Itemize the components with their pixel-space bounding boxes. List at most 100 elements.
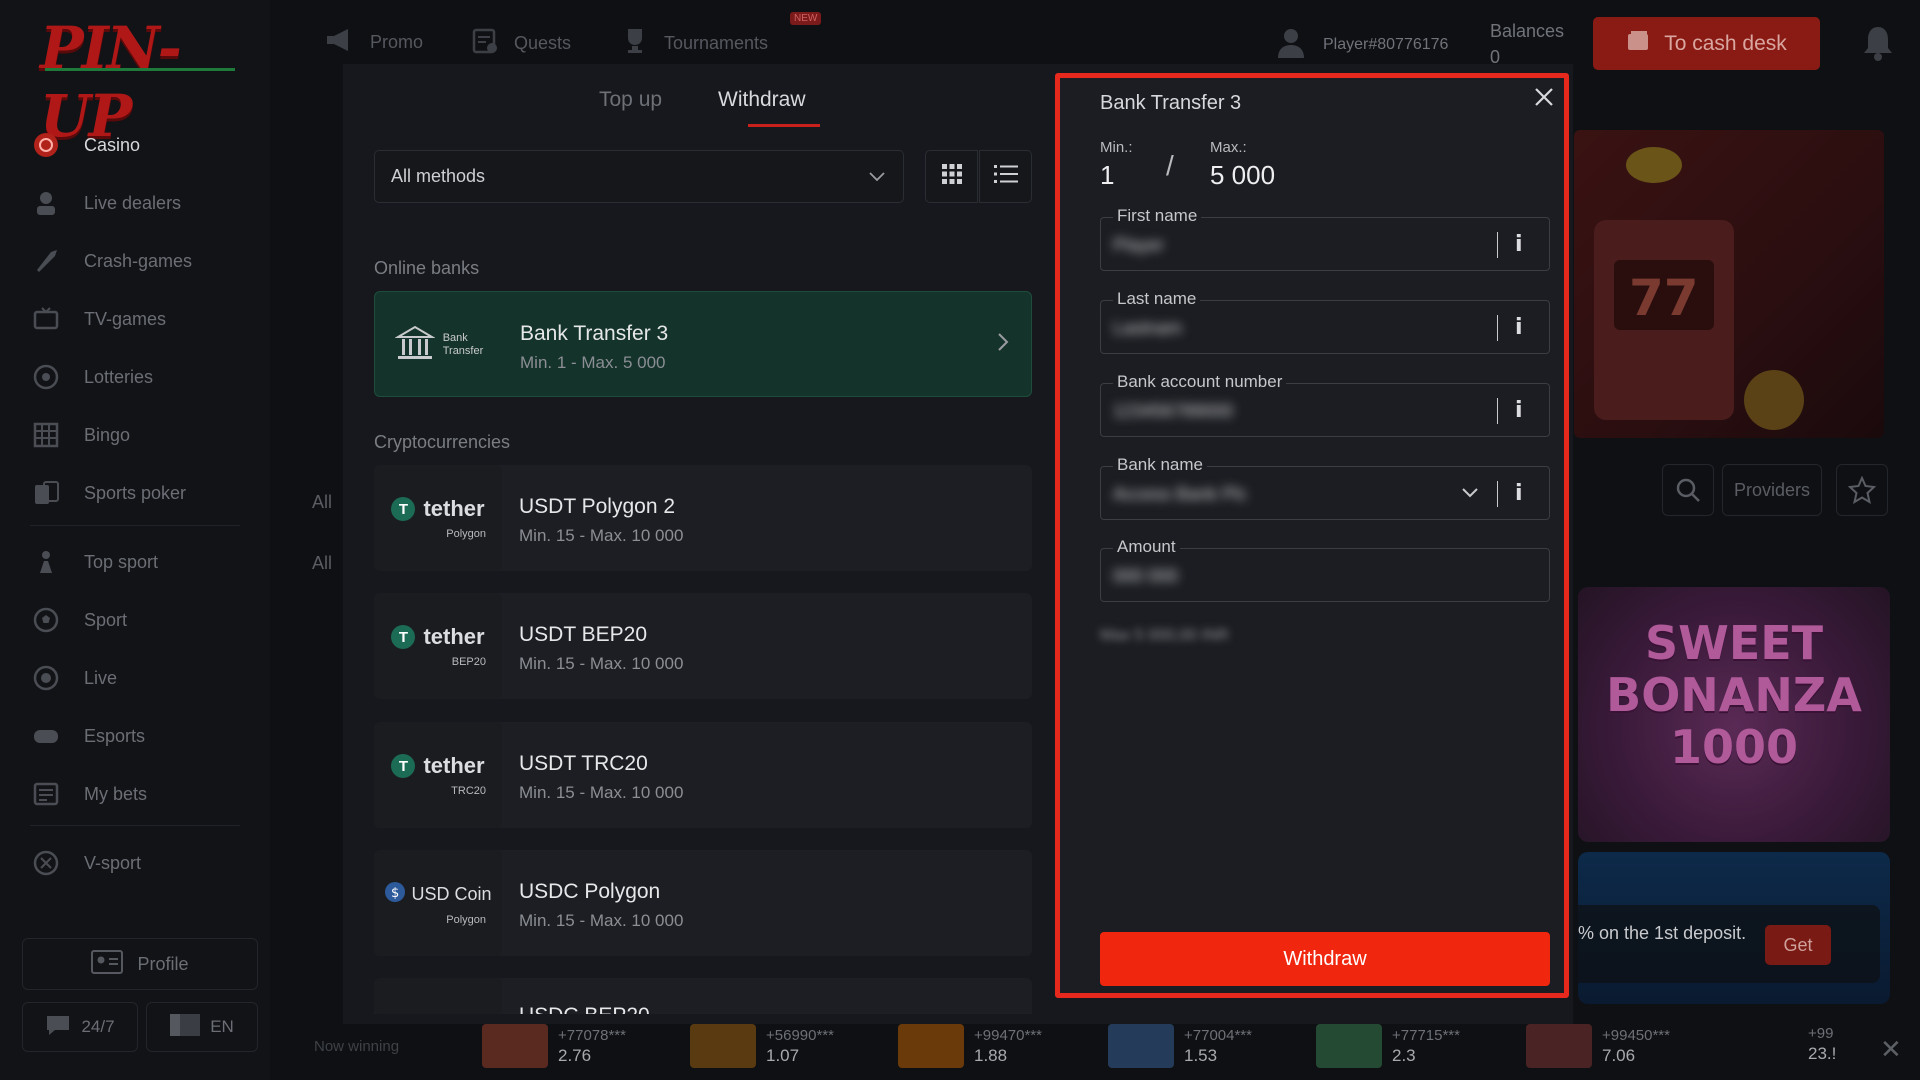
- winner-mult: 1.53: [1184, 1046, 1218, 1065]
- bank-building-icon: [394, 323, 436, 368]
- bonus-strip: [1570, 905, 1880, 983]
- promo-banner[interactable]: 77: [1574, 130, 1884, 438]
- bank-account-number-field[interactable]: Bank account number 123456789000 i: [1100, 372, 1550, 437]
- sidebar-item-label: Casino: [84, 134, 141, 155]
- close-icon[interactable]: [1533, 86, 1555, 113]
- logo-network: BEP20: [451, 656, 486, 668]
- winner-mult: 7.06: [1602, 1046, 1636, 1065]
- method-bank-transfer-3[interactable]: Bank Transfer Bank Transfer 3 Min. 1 - M…: [374, 291, 1032, 397]
- ball-icon: [30, 604, 62, 636]
- amount-field[interactable]: Amount 000 000: [1100, 537, 1550, 602]
- method-limits: Min. 15 - Max. 10 000: [519, 526, 684, 545]
- sidebar-item-label: My bets: [84, 783, 148, 804]
- sidebar-item-v-sport[interactable]: V-sport: [30, 843, 260, 883]
- info-icon[interactable]: i: [1515, 398, 1523, 423]
- method-usdt-polygon-2[interactable]: Ttether Polygon USDT Polygon 2 Min. 15 -…: [374, 465, 1032, 571]
- method-usdt-trc20[interactable]: Ttether TRC20 USDT TRC20 Min. 15 - Max. …: [374, 722, 1032, 828]
- tab-withdraw[interactable]: Withdraw: [718, 88, 806, 112]
- support-label: 24/7: [81, 1017, 115, 1036]
- method-usdt-bep20[interactable]: Ttether BEP20 USDT BEP20 Min. 15 - Max. …: [374, 593, 1032, 699]
- providers-button[interactable]: Providers: [1722, 464, 1822, 516]
- sidebar-item-live[interactable]: Live: [30, 658, 260, 698]
- sweet-bonanza-banner[interactable]: SWEET BONANZA 1000: [1578, 587, 1890, 842]
- field-divider: [1497, 232, 1498, 258]
- language-button[interactable]: EN: [146, 1002, 258, 1052]
- sidebar-item-crash-games[interactable]: Crash-games: [30, 241, 260, 281]
- sidebar-item-bingo[interactable]: Bingo: [30, 415, 260, 455]
- active-tab-indicator: [748, 124, 820, 127]
- sweet-bonanza-logo: SWEET BONANZA 1000: [1578, 617, 1890, 773]
- nav-divider: [30, 525, 240, 526]
- sidebar-item-live-dealers[interactable]: Live dealers: [30, 183, 260, 223]
- method-title: USDT BEP20: [519, 623, 647, 646]
- winner-item[interactable]: +77715*** 2.3: [1316, 1024, 1460, 1068]
- game-thumbnail: [690, 1024, 756, 1068]
- payment-methods-select[interactable]: All methods: [374, 150, 904, 203]
- logo-line: Bank: [442, 332, 468, 344]
- first-name-field[interactable]: First name Player i: [1100, 206, 1550, 271]
- bonus-text: % on the 1st deposit.: [1578, 923, 1747, 943]
- sidebar-item-sports-poker[interactable]: Sports poker: [30, 473, 260, 513]
- player-profile[interactable]: Player#80776176: [1273, 24, 1448, 65]
- slot-machine-illustration: 77: [1594, 147, 1804, 430]
- sidebar-item-casino[interactable]: Casino: [30, 125, 260, 165]
- tournaments-link[interactable]: Tournaments: [620, 26, 768, 61]
- info-icon[interactable]: i: [1515, 315, 1523, 340]
- grid-view-button[interactable]: [925, 150, 978, 203]
- sidebar-item-esports[interactable]: Esports: [30, 716, 260, 756]
- sidebar-item-top-sport[interactable]: Top sport: [30, 542, 260, 582]
- virtual-sport-icon: [30, 847, 62, 879]
- sidebar-item-sport[interactable]: Sport: [30, 600, 260, 640]
- sidebar-item-label: TV-games: [84, 308, 167, 329]
- min-value: 1: [1100, 160, 1115, 190]
- promo-label: Promo: [370, 32, 424, 52]
- quests-label: Quests: [514, 33, 572, 53]
- withdraw-button[interactable]: Withdraw: [1100, 932, 1550, 986]
- new-badge: NEW: [790, 12, 822, 25]
- sidebar-item-lotteries[interactable]: Lotteries: [30, 357, 260, 397]
- sidebar-item-tv-games[interactable]: TV-games: [30, 299, 260, 339]
- method-usdc-polygon[interactable]: $ USD Coin Polygon USDC Polygon Min. 15 …: [374, 850, 1032, 956]
- winner-item[interactable]: +56990*** 1.07: [690, 1024, 834, 1068]
- cash-desk-button[interactable]: To cash desk: [1593, 17, 1820, 70]
- info-icon[interactable]: i: [1515, 232, 1523, 257]
- tab-top-up[interactable]: Top up: [599, 88, 662, 112]
- bell-icon[interactable]: [1860, 24, 1896, 67]
- profile-button[interactable]: Profile: [22, 938, 258, 990]
- winner-item[interactable]: +77078*** 2.76: [482, 1024, 626, 1068]
- winner-mult: 1.07: [766, 1046, 800, 1065]
- winner-user: +56990***: [766, 1027, 834, 1044]
- field-label: First name: [1113, 206, 1202, 226]
- winner-mult: 2.76: [558, 1046, 592, 1065]
- sidebar-item-my-bets[interactable]: My bets: [30, 774, 260, 814]
- star-icon[interactable]: [1836, 464, 1888, 516]
- megaphone-icon: [324, 26, 356, 59]
- sidebar: PIN-UP Casino Live dealers Crash-games T…: [0, 0, 270, 1080]
- list-icon: [993, 163, 1019, 190]
- last-name-field[interactable]: Last name Lastnam i: [1100, 289, 1550, 354]
- bank-name-select[interactable]: Bank name Access Bank Plc i: [1100, 455, 1550, 520]
- chevron-right-icon: [997, 332, 1009, 357]
- bonus-get-button[interactable]: Get: [1765, 925, 1831, 965]
- method-usdc-bep20[interactable]: USDC BEP20: [374, 978, 1032, 1014]
- winner-item[interactable]: +99 23.!: [1808, 1024, 1836, 1064]
- search-icon[interactable]: [1662, 464, 1714, 516]
- winner-item[interactable]: +77004*** 1.53: [1108, 1024, 1252, 1068]
- withdraw-form-modal: Bank Transfer 3 Min.: 1 / Max.: 5 000 Fi…: [1055, 73, 1569, 998]
- now-winning-label: Now winning: [314, 1038, 400, 1055]
- promo-link[interactable]: Promo: [324, 26, 423, 59]
- winner-item[interactable]: +99450*** 7.06: [1526, 1024, 1670, 1068]
- list-view-button[interactable]: [979, 150, 1032, 203]
- winner-mult: 2.3: [1392, 1046, 1416, 1065]
- winner-item[interactable]: +99470*** 1.88: [898, 1024, 1042, 1068]
- quests-link[interactable]: Quests: [470, 26, 571, 61]
- balances[interactable]: Balances 0: [1490, 18, 1564, 70]
- close-icon[interactable]: ✕: [1880, 1034, 1902, 1065]
- support-button[interactable]: 24/7: [22, 1002, 138, 1052]
- game-thumbnail: [482, 1024, 548, 1068]
- chevron-down-icon: [1461, 486, 1479, 504]
- winner-mult: 23.!: [1808, 1044, 1837, 1063]
- winner-user: +77078***: [558, 1027, 626, 1044]
- info-icon[interactable]: i: [1515, 481, 1523, 506]
- bank-transfer-logo: Bank Transfer: [375, 292, 503, 398]
